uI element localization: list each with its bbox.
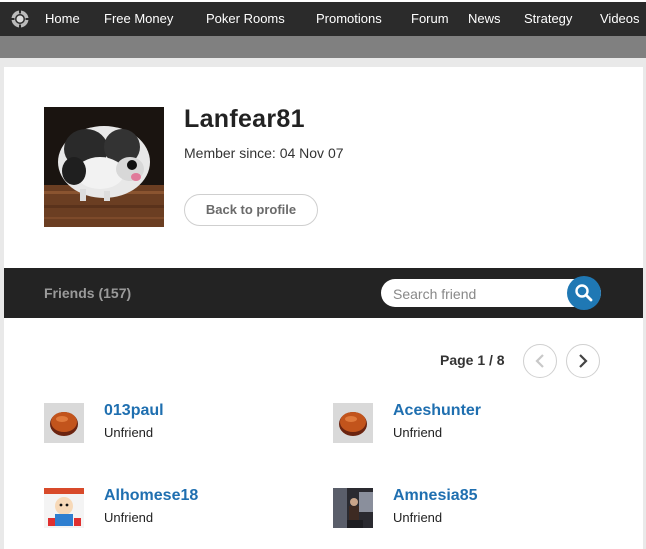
nav-poker-rooms[interactable]: Poker Rooms [206,2,285,36]
nav-news[interactable]: News [468,2,501,36]
chevron-left-icon [535,354,544,368]
friend-avatar[interactable] [333,403,373,443]
sub-nav-bar [0,36,646,58]
nav-free-money[interactable]: Free Money [104,2,173,36]
nav-forum[interactable]: Forum [411,2,449,36]
unfriend-link[interactable]: Unfriend [104,425,153,440]
friend-search-input[interactable] [391,279,565,309]
nav-videos[interactable]: Videos [600,2,640,36]
chevron-right-icon [579,354,588,368]
prev-page-button[interactable] [523,344,557,378]
friend-name-link[interactable]: Aceshunter [393,402,481,420]
friend-avatar[interactable] [44,488,84,528]
next-page-button[interactable] [566,344,600,378]
top-nav: Home Free Money Poker Rooms Promotions F… [0,0,646,36]
search-button[interactable] [567,276,601,310]
page-indicator: Page 1 / 8 [440,352,505,368]
profile-username: Lanfear81 [184,105,305,133]
unfriend-link[interactable]: Unfriend [393,425,442,440]
friend-name-link[interactable]: Alhomese18 [104,487,198,505]
friend-name-link[interactable]: 013paul [104,402,164,420]
friend-name-link[interactable]: Amnesia85 [393,487,478,505]
search-icon [575,284,593,302]
profile-avatar [44,107,164,227]
nav-promotions[interactable]: Promotions [316,2,382,36]
unfriend-link[interactable]: Unfriend [393,510,442,525]
friends-title: Friends (157) [44,285,132,301]
friends-header-bar: Friends (157) [4,268,643,318]
nav-strategy[interactable]: Strategy [524,2,572,36]
unfriend-link[interactable]: Unfriend [104,510,153,525]
friend-avatar[interactable] [333,488,373,528]
poker-chip-icon[interactable] [11,10,29,28]
back-to-profile-button[interactable]: Back to profile [184,194,318,226]
friend-search-box [381,276,601,310]
nav-home[interactable]: Home [45,2,80,36]
friend-avatar[interactable] [44,403,84,443]
member-since-text: Member since: 04 Nov 07 [184,145,344,161]
